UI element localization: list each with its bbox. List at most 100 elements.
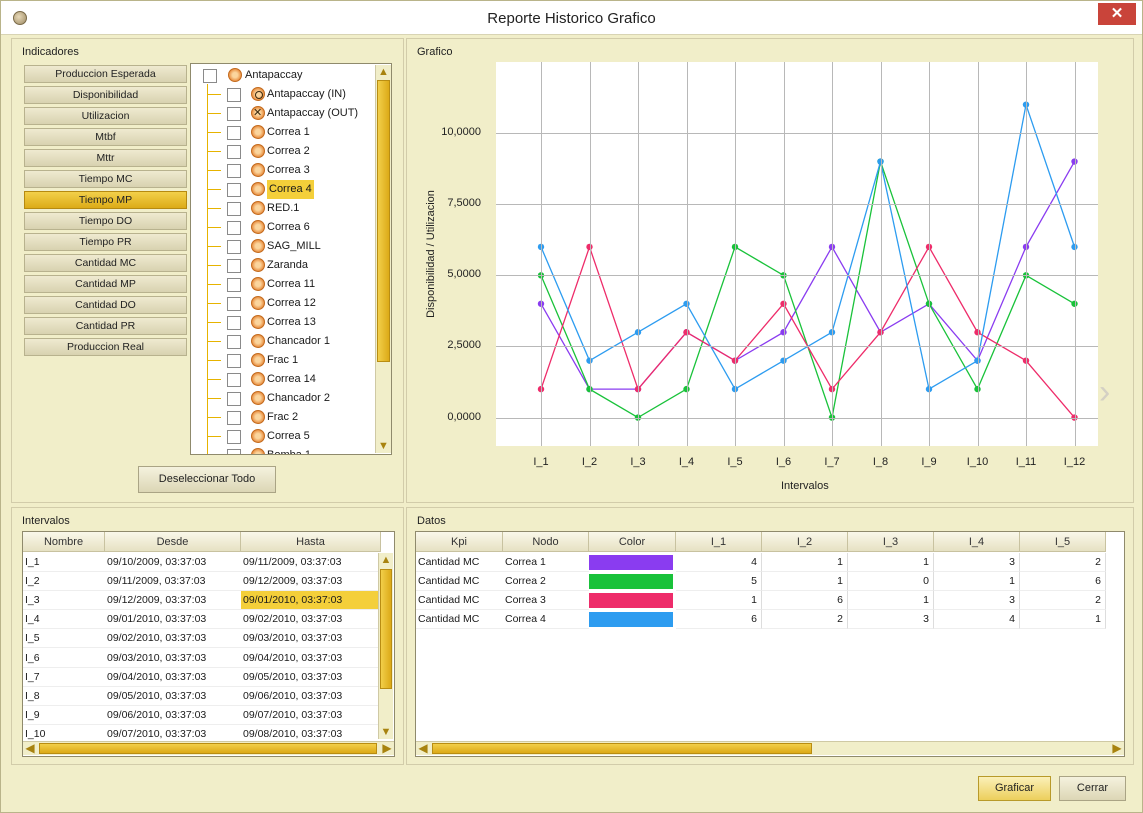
kpi-cell[interactable]: Cantidad MC <box>416 610 503 629</box>
data-hscroll[interactable]: ◀ ▶ <box>416 741 1124 755</box>
tree-node-sag-mill[interactable]: SAG_MILL <box>191 237 391 256</box>
value-cell[interactable]: 1 <box>676 591 762 610</box>
close-button[interactable]: ✕ <box>1098 3 1136 25</box>
scroll-thumb[interactable] <box>39 743 377 754</box>
value-cell[interactable]: 6 <box>1020 572 1106 591</box>
indicator-button-cantidad-mc[interactable]: Cantidad MC <box>24 254 187 272</box>
table-cell[interactable]: I_1 <box>23 553 105 572</box>
nodo-cell[interactable]: Correa 1 <box>503 553 589 572</box>
scroll-right-icon[interactable]: ▶ <box>380 741 394 755</box>
checkbox[interactable] <box>227 183 241 197</box>
table-cell[interactable]: I_5 <box>23 629 105 649</box>
value-cell[interactable]: 3 <box>934 591 1020 610</box>
scroll-thumb[interactable] <box>377 80 390 362</box>
indicator-button-tiempo-mc[interactable]: Tiempo MC <box>24 170 187 188</box>
indicator-button-tiempo-mp[interactable]: Tiempo MP <box>24 191 187 209</box>
nodo-cell[interactable]: Correa 3 <box>503 591 589 610</box>
cerrar-button[interactable]: Cerrar <box>1059 776 1126 801</box>
tree-node-zaranda[interactable]: Zaranda <box>191 256 391 275</box>
table-cell[interactable]: 09/02/2010, 03:37:03 <box>241 610 381 630</box>
table-cell[interactable]: 09/06/2010, 03:37:03 <box>241 687 381 706</box>
table-cell[interactable]: 09/12/2009, 03:37:03 <box>105 591 241 611</box>
scroll-thumb[interactable] <box>380 569 392 689</box>
value-cell[interactable]: 1 <box>848 553 934 572</box>
scroll-thumb[interactable] <box>432 743 812 754</box>
table-cell[interactable]: I_2 <box>23 572 105 592</box>
tree-node-antapaccay-out[interactable]: Antapaccay (OUT) <box>191 104 391 123</box>
column-header-color[interactable]: Color <box>589 532 676 552</box>
tree-node-antapaccay-in[interactable]: Antapaccay (IN) <box>191 85 391 104</box>
value-cell[interactable]: 1 <box>934 572 1020 591</box>
checkbox[interactable] <box>227 202 241 216</box>
table-cell[interactable]: 09/07/2010, 03:37:03 <box>241 706 381 725</box>
column-header-i-1[interactable]: I_1 <box>676 532 762 552</box>
tree-node-correa-5[interactable]: Correa 5 <box>191 427 391 446</box>
table-cell[interactable]: 09/05/2010, 03:37:03 <box>105 687 241 706</box>
checkbox[interactable] <box>227 373 241 387</box>
scroll-right-icon[interactable]: ▶ <box>1110 741 1124 755</box>
tree-node-correa-12[interactable]: Correa 12 <box>191 294 391 313</box>
table-cell[interactable]: I_8 <box>23 687 105 706</box>
table-cell[interactable]: 09/11/2009, 03:37:03 <box>241 553 381 572</box>
table-cell[interactable]: 09/05/2010, 03:37:03 <box>241 668 381 687</box>
tree-node-correa-2[interactable]: Correa 2 <box>191 142 391 161</box>
checkbox[interactable] <box>227 88 241 102</box>
table-cell[interactable]: I_4 <box>23 610 105 630</box>
value-cell[interactable]: 5 <box>676 572 762 591</box>
nodo-cell[interactable]: Correa 2 <box>503 572 589 591</box>
tree-node-chancador-2[interactable]: Chancador 2 <box>191 389 391 408</box>
kpi-cell[interactable]: Cantidad MC <box>416 572 503 591</box>
graficar-button[interactable]: Graficar <box>978 776 1051 801</box>
table-cell[interactable]: 09/01/2010, 03:37:03 <box>241 591 381 611</box>
indicator-button-disponibilidad[interactable]: Disponibilidad <box>24 86 187 104</box>
checkbox[interactable] <box>227 145 241 159</box>
checkbox[interactable] <box>227 107 241 121</box>
indicator-button-produccion-esperada[interactable]: Produccion Esperada <box>24 65 187 83</box>
intervals-hscroll[interactable]: ◀ ▶ <box>23 741 394 755</box>
value-cell[interactable]: 4 <box>934 610 1020 629</box>
checkbox[interactable] <box>227 297 241 311</box>
checkbox[interactable] <box>227 392 241 406</box>
value-cell[interactable]: 3 <box>934 553 1020 572</box>
table-cell[interactable]: 09/04/2010, 03:37:03 <box>105 668 241 687</box>
value-cell[interactable]: 2 <box>1020 553 1106 572</box>
value-cell[interactable]: 6 <box>762 591 848 610</box>
table-cell[interactable]: 09/04/2010, 03:37:03 <box>241 649 381 668</box>
column-header-i-3[interactable]: I_3 <box>848 532 934 552</box>
scroll-down-icon[interactable]: ▼ <box>379 725 393 739</box>
table-cell[interactable]: I_7 <box>23 668 105 687</box>
checkbox[interactable] <box>227 449 241 454</box>
tree-node-correa-14[interactable]: Correa 14 <box>191 370 391 389</box>
tree-node-correa-3[interactable]: Correa 3 <box>191 161 391 180</box>
indicator-button-utilizacion[interactable]: Utilizacion <box>24 107 187 125</box>
table-cell[interactable]: 09/01/2010, 03:37:03 <box>105 610 241 630</box>
indicator-button-produccion-real[interactable]: Produccion Real <box>24 338 187 356</box>
column-header-kpi[interactable]: Kpi <box>416 532 503 552</box>
value-cell[interactable]: 1 <box>762 572 848 591</box>
checkbox[interactable] <box>227 259 241 273</box>
checkbox[interactable] <box>227 335 241 349</box>
table-cell[interactable]: 09/03/2010, 03:37:03 <box>105 649 241 668</box>
column-header-i-5[interactable]: I_5 <box>1020 532 1106 552</box>
scroll-up-icon[interactable]: ▲ <box>379 553 393 567</box>
scroll-left-icon[interactable]: ◀ <box>23 741 37 755</box>
checkbox[interactable] <box>203 69 217 83</box>
indicator-button-tiempo-pr[interactable]: Tiempo PR <box>24 233 187 251</box>
tree-node-correa-6[interactable]: Correa 6 <box>191 218 391 237</box>
checkbox[interactable] <box>227 316 241 330</box>
nodo-cell[interactable]: Correa 4 <box>503 610 589 629</box>
checkbox[interactable] <box>227 126 241 140</box>
table-cell[interactable]: I_9 <box>23 706 105 725</box>
scroll-up-icon[interactable]: ▲ <box>376 65 391 79</box>
tree-node-correa-4[interactable]: Correa 4 <box>191 180 391 199</box>
column-header-nodo[interactable]: Nodo <box>503 532 589 552</box>
tree-node-chancador-1[interactable]: Chancador 1 <box>191 332 391 351</box>
tree-node-bomba-1[interactable]: Bomba 1 <box>191 446 391 454</box>
indicator-button-cantidad-do[interactable]: Cantidad DO <box>24 296 187 314</box>
intervals-vscroll[interactable]: ▲ ▼ <box>378 553 393 739</box>
indicator-button-cantidad-mp[interactable]: Cantidad MP <box>24 275 187 293</box>
value-cell[interactable]: 2 <box>1020 591 1106 610</box>
value-cell[interactable]: 1 <box>1020 610 1106 629</box>
tree-node-frac-2[interactable]: Frac 2 <box>191 408 391 427</box>
table-cell[interactable]: 09/03/2010, 03:37:03 <box>241 629 381 649</box>
